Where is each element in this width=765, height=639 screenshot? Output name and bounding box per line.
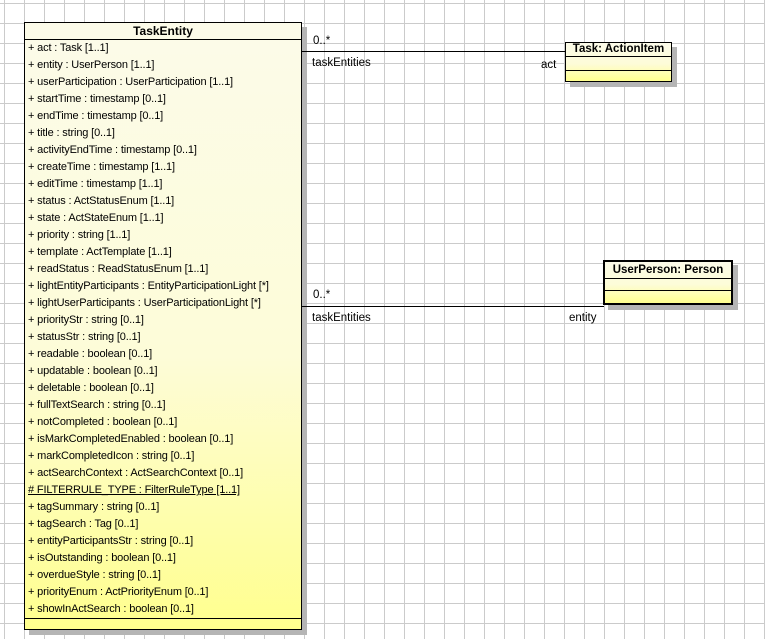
diagram-canvas[interactable]: TaskEntity + act : Task [1..1]+ entity :… — [0, 0, 765, 639]
association-task-multiplicity: 0..* — [313, 35, 330, 48]
attribute-row: + statusStr : string [0..1] — [25, 329, 301, 346]
class-userperson-person-operations-compartment — [605, 291, 731, 303]
class-task-actionitem[interactable]: Task: ActionItem — [565, 42, 672, 82]
class-taskentity-attributes-compartment: + act : Task [1..1]+ entity : UserPerson… — [25, 40, 301, 618]
attribute-row: + actSearchContext : ActSearchContext [0… — [25, 465, 301, 482]
attribute-row: + entityParticipantsStr : string [0..1] — [25, 533, 301, 550]
association-entity-line[interactable] — [302, 306, 604, 307]
attribute-row: + updatable : boolean [0..1] — [25, 363, 301, 380]
attribute-row: + isOutstanding : boolean [0..1] — [25, 550, 301, 567]
attribute-row: + isMarkCompletedEnabled : boolean [0..1… — [25, 431, 301, 448]
attribute-row: + editTime : timestamp [1..1] — [25, 176, 301, 193]
association-entity-role-entity: entity — [569, 312, 597, 325]
association-task-role-taskentities: taskEntities — [312, 57, 371, 70]
attribute-row: + markCompletedIcon : string [0..1] — [25, 448, 301, 465]
attribute-row: + readStatus : ReadStatusEnum [1..1] — [25, 261, 301, 278]
class-userperson-person[interactable]: UserPerson: Person — [603, 260, 733, 305]
association-task-line[interactable] — [302, 51, 565, 52]
association-entity-multiplicity: 0..* — [313, 289, 330, 302]
attribute-row: + template : ActTemplate [1..1] — [25, 244, 301, 261]
class-task-actionitem-attributes-compartment — [566, 57, 671, 71]
attribute-row: + createTime : timestamp [1..1] — [25, 159, 301, 176]
class-taskentity-operations-compartment — [25, 618, 301, 629]
attribute-row: + fullTextSearch : string [0..1] — [25, 397, 301, 414]
attribute-row: + priorityEnum : ActPriorityEnum [0..1] — [25, 584, 301, 601]
class-userperson-person-title: UserPerson: Person — [605, 262, 731, 279]
class-task-actionitem-title: Task: ActionItem — [566, 43, 671, 57]
class-userperson-person-attributes-compartment — [605, 279, 731, 291]
attribute-row: + act : Task [1..1] — [25, 40, 301, 57]
attribute-row: + endTime : timestamp [0..1] — [25, 108, 301, 125]
attribute-row: + lightUserParticipants : UserParticipat… — [25, 295, 301, 312]
attribute-row: + tagSummary : string [0..1] — [25, 499, 301, 516]
attribute-row: + notCompleted : boolean [0..1] — [25, 414, 301, 431]
attribute-row: + entity : UserPerson [1..1] — [25, 57, 301, 74]
class-taskentity[interactable]: TaskEntity + act : Task [1..1]+ entity :… — [24, 22, 302, 630]
attribute-row: + userParticipation : UserParticipation … — [25, 74, 301, 91]
attribute-row: + overdueStyle : string [0..1] — [25, 567, 301, 584]
attribute-row: # FILTERRULE_TYPE : FilterRuleType [1..1… — [25, 482, 301, 499]
attribute-row: + readable : boolean [0..1] — [25, 346, 301, 363]
attribute-row: + tagSearch : Tag [0..1] — [25, 516, 301, 533]
attribute-row: + deletable : boolean [0..1] — [25, 380, 301, 397]
attribute-row: + state : ActStateEnum [1..1] — [25, 210, 301, 227]
class-taskentity-title: TaskEntity — [25, 23, 301, 40]
class-task-actionitem-operations-compartment — [566, 71, 671, 81]
association-task-role-act: act — [541, 59, 556, 72]
attribute-row: + startTime : timestamp [0..1] — [25, 91, 301, 108]
attribute-row: + title : string [0..1] — [25, 125, 301, 142]
attribute-row: + activityEndTime : timestamp [0..1] — [25, 142, 301, 159]
attribute-row: + showInActSearch : boolean [0..1] — [25, 601, 301, 618]
attribute-row: + status : ActStatusEnum [1..1] — [25, 193, 301, 210]
attribute-row: + priorityStr : string [0..1] — [25, 312, 301, 329]
attribute-row: + lightEntityParticipants : EntityPartic… — [25, 278, 301, 295]
association-entity-role-taskentities: taskEntities — [312, 312, 371, 325]
attribute-row: + priority : string [1..1] — [25, 227, 301, 244]
